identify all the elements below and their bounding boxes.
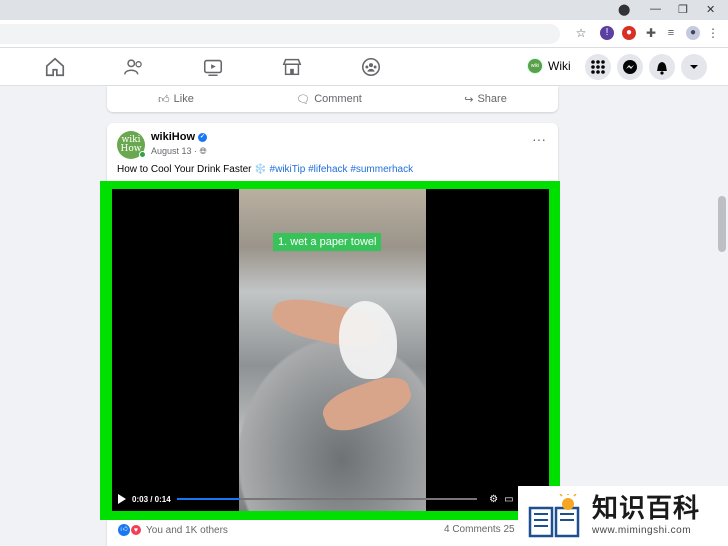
video-progress-bar[interactable]: [176, 498, 478, 500]
page-avatar: wiki How: [527, 58, 543, 83]
page-profile-pill[interactable]: wiki How Wiki: [527, 56, 571, 83]
video-overlay-label: 1. wet a paper towel: [273, 233, 382, 251]
hashtag-summerhack[interactable]: #summerhack: [350, 164, 413, 175]
profile-icon[interactable]: ●: [686, 26, 700, 40]
close-window-button[interactable]: ✕: [706, 3, 715, 16]
love-reaction-icon: ♥: [130, 524, 142, 536]
maximize-button[interactable]: ❐: [678, 3, 688, 16]
video-time: 0:03 / 0:14: [132, 494, 171, 504]
groups-icon[interactable]: [360, 56, 382, 78]
online-dot: [139, 151, 146, 158]
minimize-button[interactable]: —: [650, 3, 661, 15]
reactions-text: You and 1K others: [146, 524, 228, 536]
reading-list-icon[interactable]: ≡: [664, 26, 678, 40]
apps-grid-icon[interactable]: [585, 54, 611, 80]
puzzle-icon[interactable]: ✚: [644, 26, 658, 40]
home-icon[interactable]: [44, 56, 66, 78]
video-highlight-frame: 1. wet a paper towel 0:03 / 0:14 ⚙ ▭ ⤢ ▣: [100, 181, 560, 520]
video-player[interactable]: 1. wet a paper towel 0:03 / 0:14 ⚙ ▭ ⤢ ▣: [112, 189, 549, 511]
post-caption: How to Cool Your Drink Faster ❄️ #wikiTi…: [117, 164, 413, 175]
comments-count[interactable]: 4 Comments 25: [444, 524, 515, 535]
caption-text: How to Cool Your Drink Faster: [117, 164, 252, 175]
watch-icon[interactable]: [202, 56, 224, 78]
snowflake-icon: ❄️: [254, 164, 267, 175]
hashtag-lifehack[interactable]: #lifehack: [308, 164, 347, 175]
page-scrollbar[interactable]: [716, 86, 728, 546]
thumbs-up-icon: 👍︎: [158, 93, 170, 106]
messenger-icon[interactable]: [617, 54, 643, 80]
facebook-navbar: wiki How Wiki: [0, 48, 728, 86]
wikihow-logo[interactable]: wiki How: [117, 131, 146, 159]
account-chevron-icon[interactable]: [681, 54, 707, 80]
reactions-summary[interactable]: 👍︎ ♥ You and 1K others: [118, 524, 228, 536]
video-controls: 0:03 / 0:14 ⚙ ▭ ⤢ ▣: [112, 487, 549, 511]
share-label: Share: [477, 93, 507, 105]
browser-toolbar: ☆ ! ● ✚ ≡ ● ⋮: [0, 20, 728, 48]
star-icon[interactable]: ☆: [574, 26, 588, 40]
notifications-icon[interactable]: [649, 54, 675, 80]
globe-icon: 🌐︎: [199, 146, 207, 156]
comment-label: Comment: [314, 93, 362, 105]
play-icon[interactable]: [118, 494, 126, 504]
post-header: wiki How wikiHow ✓ August 13 · 🌐︎: [117, 131, 208, 159]
like-button[interactable]: 👍︎ Like: [158, 93, 194, 106]
tab-search-icon[interactable]: ⬤: [618, 3, 630, 16]
extension-purple-icon[interactable]: !: [600, 26, 614, 40]
video-progress-fill: [176, 498, 240, 500]
share-icon: ↪: [464, 93, 474, 106]
browser-titlebar: ⬤ — ❐ ✕: [0, 0, 728, 20]
previous-post-actions: 👍︎ Like 🗨︎ Comment ↪ Share: [107, 86, 558, 112]
like-label: Like: [173, 93, 194, 105]
menu-icon[interactable]: ⋮: [706, 26, 720, 40]
settings-gear-icon[interactable]: ⚙: [489, 494, 498, 505]
post-date[interactable]: August 13 ·: [151, 146, 200, 156]
author-name[interactable]: wikiHow: [151, 131, 195, 143]
like-reaction-icon: 👍︎: [118, 524, 130, 536]
share-button[interactable]: ↪ Share: [464, 93, 507, 106]
address-bar[interactable]: [0, 24, 560, 44]
book-lightbulb-logo: [528, 494, 580, 538]
watermark-url: www.mimingshi.com: [592, 525, 692, 536]
friends-icon[interactable]: [123, 56, 145, 78]
comment-icon: 🗨︎: [296, 93, 311, 106]
page-scrollbar-thumb[interactable]: [718, 196, 726, 252]
comment-button[interactable]: 🗨︎ Comment: [296, 93, 362, 106]
hashtag-wikitip[interactable]: #wikiTip: [270, 164, 306, 175]
watermark: 知识百科 www.mimingshi.com: [518, 486, 728, 546]
watermark-title: 知识百科: [592, 494, 701, 524]
marketplace-icon[interactable]: [281, 56, 303, 78]
post-options-button[interactable]: ···: [532, 131, 546, 147]
cast-icon[interactable]: ▭: [504, 494, 513, 505]
extension-red-icon[interactable]: ●: [622, 26, 636, 40]
page-name: Wiki: [548, 59, 571, 73]
previous-post-card: 👍︎ Like 🗨︎ Comment ↪ Share: [107, 86, 558, 112]
verified-badge-icon: ✓: [198, 132, 208, 142]
